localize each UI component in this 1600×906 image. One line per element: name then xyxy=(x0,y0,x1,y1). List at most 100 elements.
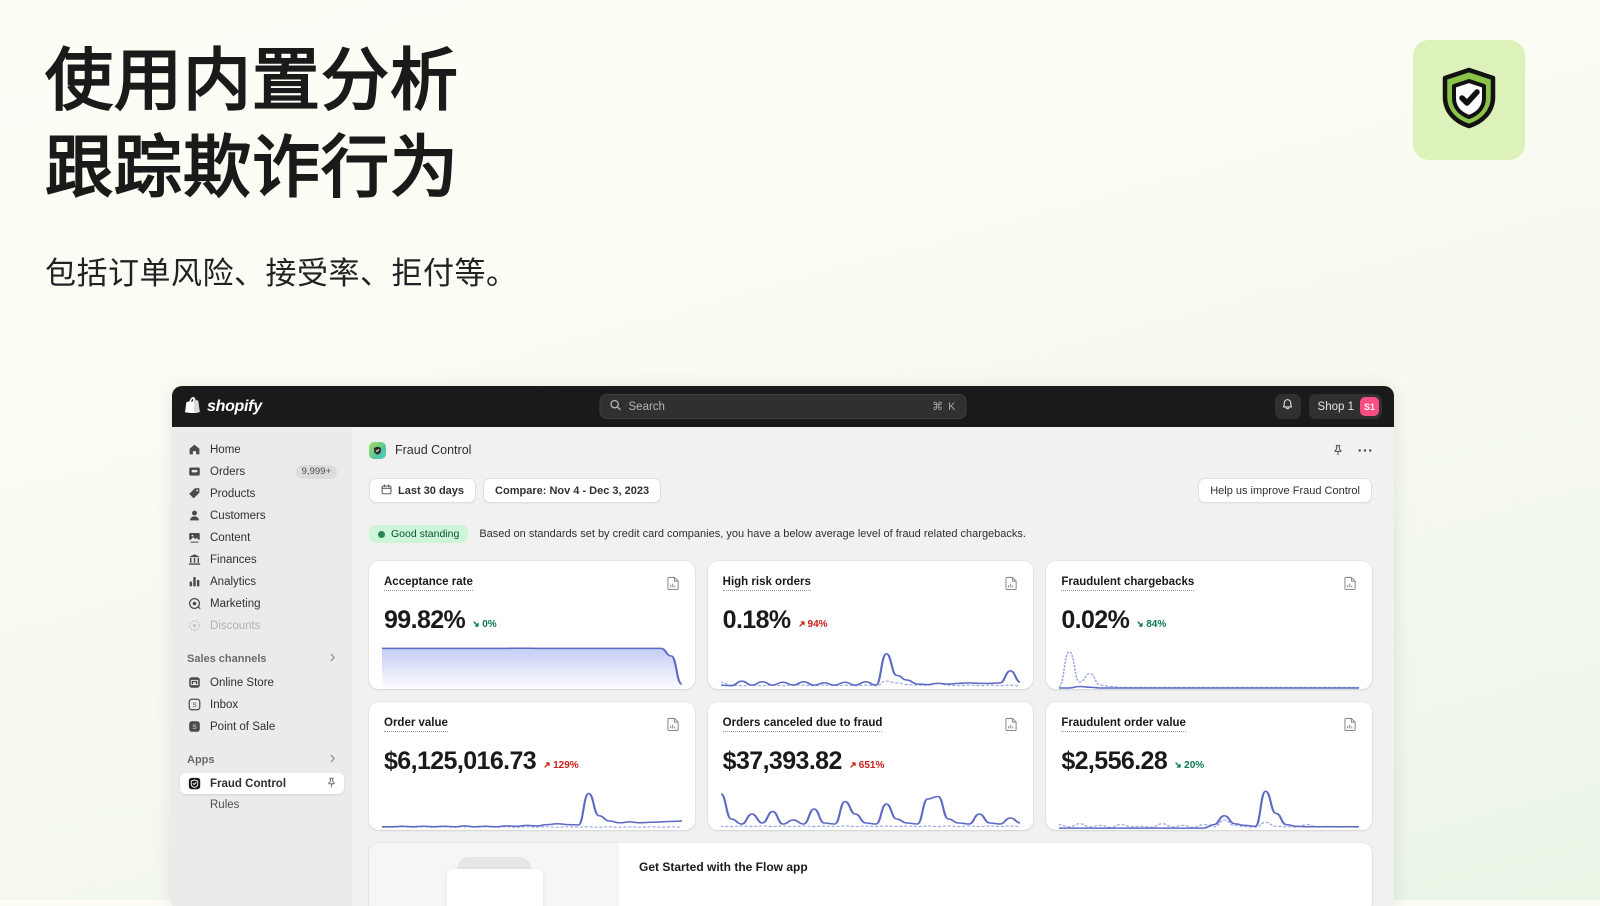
sidebar-section-label: Sales channels xyxy=(187,653,267,665)
report-document-icon[interactable] xyxy=(1005,717,1018,736)
metric-delta: 0% xyxy=(472,618,497,630)
metric-value: 99.82% xyxy=(384,606,466,634)
shopify-wordmark: shopify xyxy=(207,397,262,415)
sidebar-section-apps[interactable]: Apps xyxy=(180,750,344,770)
sidebar-item-online-store[interactable]: Online Store xyxy=(180,672,344,693)
metric-delta-label: 0% xyxy=(482,618,497,630)
metric-delta: 651% xyxy=(849,760,884,771)
sidebar-item-products[interactable]: Products xyxy=(180,483,344,504)
flow-app-title: Get Started with the Flow app xyxy=(639,860,808,874)
home-icon xyxy=(187,443,201,457)
metric-card: High risk orders 0.18% 94% xyxy=(707,561,1034,689)
sidebar-section-sales-channels[interactable]: Sales channels xyxy=(180,649,344,669)
shopify-logo[interactable]: shopify xyxy=(185,396,262,418)
search-input[interactable] xyxy=(628,400,926,413)
flow-app-copy: Get Started with the Flow app xyxy=(619,843,1372,906)
metric-value: $37,393.82 xyxy=(722,747,843,775)
status-badge-label: Good standing xyxy=(391,528,460,540)
sidebar-item-label: Online Store xyxy=(210,676,274,689)
sidebar-item-label: Fraud Control xyxy=(210,777,287,790)
sidebar-item-home[interactable]: Home xyxy=(180,439,344,460)
metric-sparkline-chart xyxy=(720,788,1021,830)
ellipsis-horizontal-icon[interactable] xyxy=(1358,448,1372,453)
sidebar-item-discounts[interactable]: Discounts xyxy=(180,615,344,636)
sidebar-item-content[interactable]: Content xyxy=(180,527,344,548)
finances-bank-icon xyxy=(187,553,201,567)
date-range-button[interactable]: Last 30 days xyxy=(369,478,477,503)
metric-card-title: Fraudulent chargebacks xyxy=(1061,576,1195,591)
pin-icon[interactable] xyxy=(326,777,337,791)
metric-card-title: Acceptance rate xyxy=(384,576,473,591)
sidebar-item-finances[interactable]: Finances xyxy=(180,549,344,570)
avatar: S1 xyxy=(1360,397,1379,416)
status-badge: Good standing xyxy=(369,525,469,543)
sidebar-item-marketing[interactable]: Marketing xyxy=(180,593,344,614)
report-document-icon[interactable] xyxy=(1005,576,1018,595)
page-header: Fraud Control xyxy=(352,436,1394,464)
metric-value: 0.02% xyxy=(1061,606,1130,634)
sidebar-item-label: Products xyxy=(210,487,256,500)
point-of-sale-icon: S xyxy=(187,720,201,734)
metric-delta-label: 129% xyxy=(553,759,579,771)
date-range-label: Last 30 days xyxy=(398,484,465,497)
sidebar-item-label: Inbox xyxy=(210,698,239,711)
search-shortcut-hint: ⌘ K xyxy=(932,401,957,413)
metric-card-title: Fraudulent order value xyxy=(1061,717,1186,732)
fraud-control-shield-icon xyxy=(369,441,386,459)
main-content: Fraud Control Last 30 days Compare: Nov … xyxy=(352,427,1394,906)
report-document-icon[interactable] xyxy=(1344,717,1357,736)
notification-bell-button[interactable] xyxy=(1274,394,1301,419)
hero-section: 使用内置分析 跟踪欺诈行为 包括订单风险、接受率、拒付等。 xyxy=(45,38,518,293)
sidebar-section-label: Apps xyxy=(187,754,215,766)
metric-card-grid: Acceptance rate 99.82% 0% High risk orde… xyxy=(369,561,1372,830)
flow-app-card[interactable]: Get Started with the Flow app xyxy=(369,843,1372,906)
report-document-icon[interactable] xyxy=(667,717,680,736)
orders-inbox-icon xyxy=(187,465,201,479)
svg-text:S: S xyxy=(192,702,197,709)
sidebar-item-customers[interactable]: Customers xyxy=(180,505,344,526)
metric-card-title: Order value xyxy=(384,717,448,732)
content-area: Last 30 days Compare: Nov 4 - Dec 3, 202… xyxy=(352,464,1394,906)
shield-check-badge xyxy=(1413,40,1525,160)
metric-value: $2,556.28 xyxy=(1061,747,1168,775)
fraud-control-shield-icon xyxy=(187,777,201,791)
metric-card: Fraudulent chargebacks 0.02% 84% xyxy=(1046,561,1372,689)
sidebar-item-inbox[interactable]: S Inbox xyxy=(180,694,344,715)
flow-illustration xyxy=(369,843,619,906)
metric-delta: 84% xyxy=(1136,619,1166,630)
metric-card-title: High risk orders xyxy=(722,576,811,591)
pin-icon[interactable] xyxy=(1332,444,1344,456)
sidebar-item-fraud-control[interactable]: Fraud Control xyxy=(180,773,344,794)
sidebar-item-label: Customers xyxy=(210,509,266,522)
compare-range-label: Compare: Nov 4 - Dec 3, 2023 xyxy=(495,484,650,497)
sidebar-item-point-of-sale[interactable]: S Point of Sale xyxy=(180,716,344,737)
page-title: Fraud Control xyxy=(395,443,472,457)
notification-bell-icon xyxy=(1281,398,1294,416)
filter-bar: Last 30 days Compare: Nov 4 - Dec 3, 202… xyxy=(369,478,1372,503)
top-bar: shopify ⌘ K Shop xyxy=(172,386,1394,427)
search-bar[interactable]: ⌘ K xyxy=(599,394,967,419)
metric-delta-label: 20% xyxy=(1184,759,1205,771)
sidebar-item-rules[interactable]: Rules xyxy=(180,795,344,815)
page-header-actions xyxy=(1332,444,1372,456)
compare-range-button[interactable]: Compare: Nov 4 - Dec 3, 2023 xyxy=(483,478,662,503)
help-improve-button[interactable]: Help us improve Fraud Control xyxy=(1198,478,1372,503)
sidebar-item-label: Home xyxy=(210,443,241,456)
metric-card: Orders canceled due to fraud $37,393.82 … xyxy=(707,702,1034,830)
shopify-bag-icon xyxy=(185,396,200,418)
hero-subtitle: 包括订单风险、接受率、拒付等。 xyxy=(45,256,518,292)
svg-text:S: S xyxy=(192,724,197,731)
inbox-app-icon: S xyxy=(187,698,201,712)
sidebar-item-orders[interactable]: Orders 9,999+ xyxy=(180,461,344,482)
metric-delta: 94% xyxy=(798,619,828,630)
page-title: 使用内置分析 跟踪欺诈行为 xyxy=(45,38,518,212)
report-document-icon[interactable] xyxy=(667,576,680,595)
sidebar-item-analytics[interactable]: Analytics xyxy=(180,571,344,592)
hero-title-line-1: 使用内置分析 xyxy=(45,43,460,119)
standing-message: Based on standards set by credit card co… xyxy=(479,528,1026,540)
shop-name-label: Shop 1 xyxy=(1317,400,1354,413)
shop-switcher[interactable]: Shop 1 S1 xyxy=(1308,394,1382,419)
help-improve-label: Help us improve Fraud Control xyxy=(1210,484,1360,497)
report-document-icon[interactable] xyxy=(1344,576,1357,595)
metric-value: 0.18% xyxy=(722,606,791,634)
